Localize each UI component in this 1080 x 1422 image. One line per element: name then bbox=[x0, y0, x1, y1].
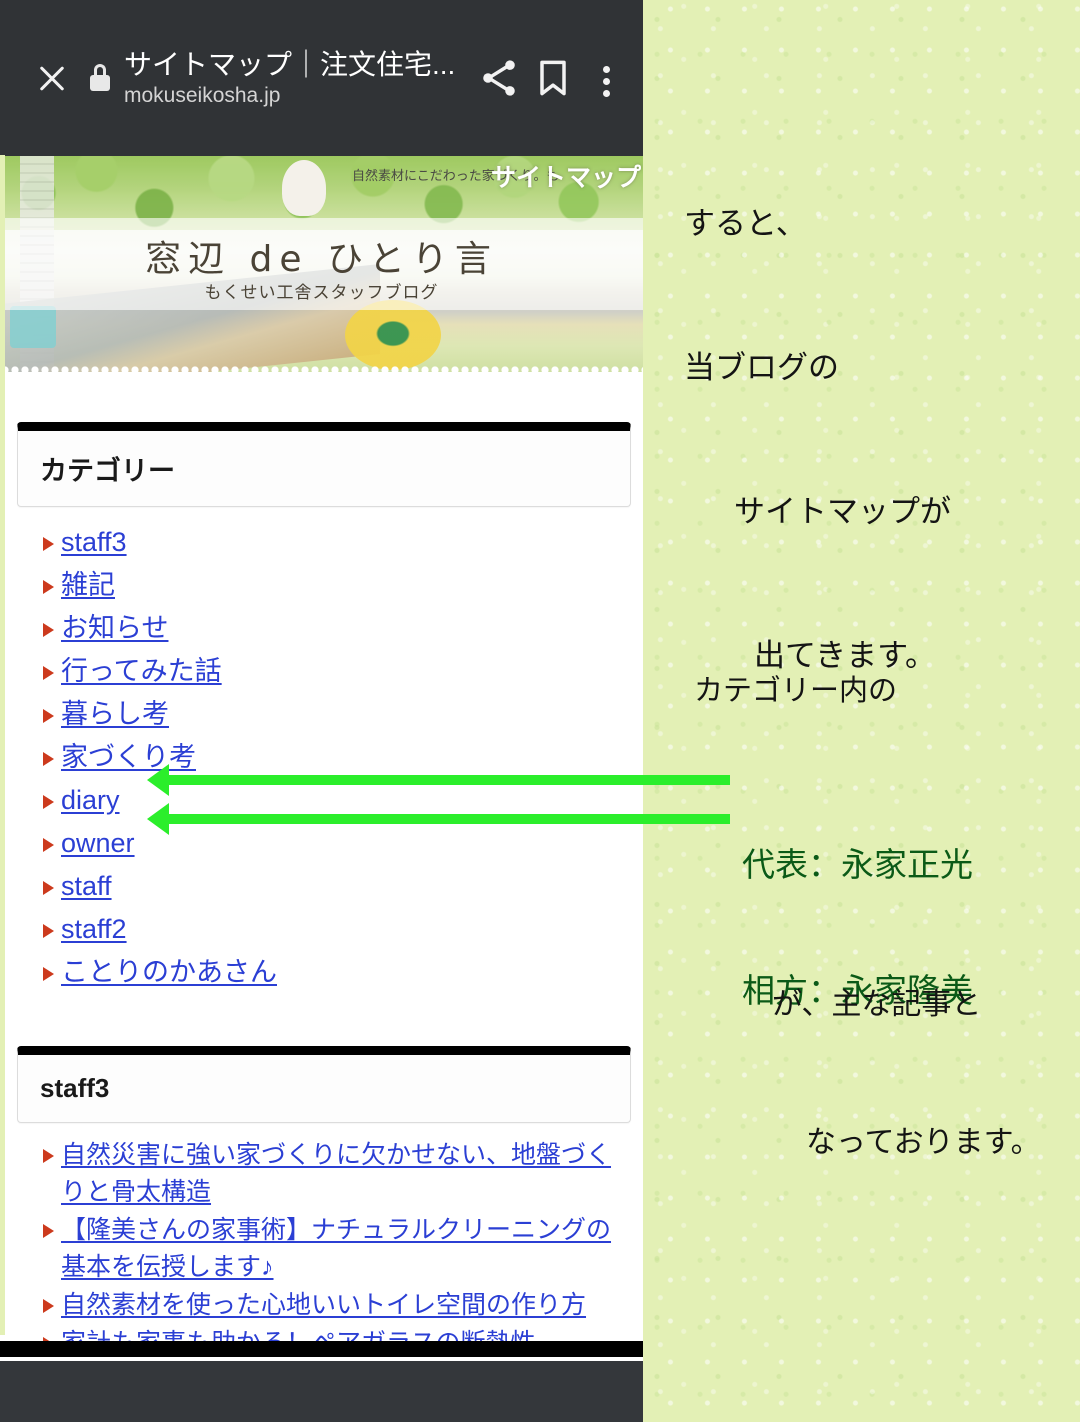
staff3-section-header: staff3 bbox=[17, 1046, 631, 1123]
triangle-bullet-icon bbox=[43, 537, 54, 551]
banner-figure bbox=[282, 160, 326, 216]
annotation-line: が、主な記事と bbox=[772, 987, 982, 1022]
arrow-to-owner bbox=[147, 764, 730, 796]
banner-title: 窓辺 de ひとり言 bbox=[145, 239, 498, 280]
arrow-to-staff bbox=[147, 803, 730, 835]
banner-dotted-edge bbox=[0, 361, 643, 372]
triangle-bullet-icon bbox=[43, 580, 54, 594]
page-bottom-bar bbox=[0, 1341, 643, 1357]
staff3-section: staff3 自然災害に強い家づくりに欠かせない、地盤づくりと骨太構造 【隆美さ… bbox=[17, 996, 631, 1422]
annotation-bottom-note: が、主な記事と なっております。 bbox=[772, 890, 1041, 1212]
category-link-owner[interactable]: owner bbox=[61, 828, 135, 858]
annotation-line: すると、 bbox=[684, 206, 807, 242]
triangle-bullet-icon bbox=[43, 623, 54, 637]
list-item[interactable]: 家づくり考 bbox=[35, 738, 623, 776]
list-item[interactable]: 【隆美さんの家事術】ナチュラルクリーニングの基本を伝授します♪ bbox=[35, 1212, 623, 1286]
article-link[interactable]: 【隆美さんの家事術】ナチュラルクリーニングの基本を伝授します♪ bbox=[61, 1216, 611, 1281]
category-link[interactable]: diary bbox=[61, 785, 120, 815]
left-edge-strip bbox=[0, 155, 5, 1335]
share-icon[interactable] bbox=[477, 56, 521, 100]
triangle-bullet-icon bbox=[43, 1224, 54, 1238]
list-item[interactable]: 自然素材を使った心地いいトイレ空間の作り方 bbox=[35, 1287, 623, 1324]
close-icon[interactable] bbox=[30, 56, 74, 100]
article-link[interactable]: 自然素材を使った心地いいトイレ空間の作り方 bbox=[61, 1291, 586, 1319]
browser-toolbar: サイトマップ｜注文住宅... mokuseikosha.jp bbox=[0, 0, 643, 156]
triangle-bullet-icon bbox=[43, 838, 54, 852]
list-item[interactable]: 雑記 bbox=[35, 566, 623, 604]
triangle-bullet-icon bbox=[43, 709, 54, 723]
system-navigation-bar bbox=[0, 1361, 643, 1422]
annotation-line: なっております。 bbox=[806, 1125, 1041, 1160]
category-section: カテゴリー staff3 雑記 お知らせ 行ってみた話 暮らし考 家づくり考 d… bbox=[17, 372, 631, 991]
staff3-heading: staff3 bbox=[40, 1073, 110, 1103]
list-item[interactable]: お知らせ bbox=[35, 609, 623, 647]
article-link[interactable]: 自然災害に強い家づくりに欠かせない、地盤づくりと骨太構造 bbox=[61, 1141, 611, 1206]
bookmark-icon[interactable] bbox=[531, 56, 575, 100]
category-link[interactable]: 暮らし考 bbox=[61, 699, 169, 729]
triangle-bullet-icon bbox=[43, 795, 54, 809]
page-title: サイトマップ｜注文住宅... bbox=[124, 49, 456, 80]
annotation-line: サイトマップが bbox=[734, 494, 951, 530]
annotation-top-note: すると、 当ブログの サイトマップが 出てきます。 bbox=[684, 104, 951, 728]
list-item-owner[interactable]: owner bbox=[35, 824, 623, 862]
overflow-menu-icon[interactable] bbox=[589, 56, 623, 100]
banner-sitemap-label: サイトマップ bbox=[490, 164, 641, 192]
annotation-line: 当ブログの bbox=[684, 350, 839, 386]
banner-subtitle: もくせい工舎スタッフブログ bbox=[204, 283, 439, 302]
category-link[interactable]: staff2 bbox=[61, 914, 127, 944]
category-heading: カテゴリー bbox=[40, 456, 175, 486]
list-item[interactable]: ことりのかあさん bbox=[35, 953, 623, 991]
triangle-bullet-icon bbox=[43, 967, 54, 981]
annotation-name-owner: 代表：永家正光 bbox=[742, 845, 973, 884]
banner-object bbox=[10, 306, 56, 348]
phone-screenshot: サイトマップ｜注文住宅... mokuseikosha.jp 自然素材にこだわっ… bbox=[0, 0, 643, 1422]
banner-sunflower bbox=[345, 300, 441, 370]
list-item[interactable]: staff3 bbox=[35, 523, 623, 561]
category-link[interactable]: 行ってみた話 bbox=[61, 656, 222, 686]
site-banner: 自然素材にこだわった家づくり。も サイトマップ 窓辺 de ひとり言 もくせい工… bbox=[0, 156, 643, 372]
triangle-bullet-icon bbox=[43, 924, 54, 938]
category-link[interactable]: 雑記 bbox=[61, 570, 115, 600]
triangle-bullet-icon bbox=[43, 752, 54, 766]
annotation-category-note: カテゴリー内の bbox=[694, 673, 898, 707]
lock-icon bbox=[88, 63, 112, 93]
page-url: mokuseikosha.jp bbox=[124, 84, 281, 107]
category-link[interactable]: staff3 bbox=[61, 527, 127, 557]
category-section-header: カテゴリー bbox=[17, 422, 631, 507]
list-item[interactable]: 自然災害に強い家づくりに欠かせない、地盤づくりと骨太構造 bbox=[35, 1137, 623, 1211]
category-link-list: staff3 雑記 お知らせ 行ってみた話 暮らし考 家づくり考 diary o… bbox=[17, 523, 631, 991]
address-bar[interactable]: サイトマップ｜注文住宅... mokuseikosha.jp bbox=[124, 46, 467, 110]
list-item[interactable]: 行ってみた話 bbox=[35, 652, 623, 690]
triangle-bullet-icon bbox=[43, 1149, 54, 1163]
category-link[interactable]: ことりのかあさん bbox=[61, 957, 277, 987]
category-link[interactable]: お知らせ bbox=[61, 613, 168, 643]
triangle-bullet-icon bbox=[43, 666, 54, 680]
category-link-staff[interactable]: staff bbox=[61, 871, 112, 901]
triangle-bullet-icon bbox=[43, 1299, 54, 1313]
page-content: カテゴリー staff3 雑記 お知らせ 行ってみた話 暮らし考 家づくり考 d… bbox=[5, 372, 643, 1422]
triangle-bullet-icon bbox=[43, 881, 54, 895]
list-item[interactable]: 暮らし考 bbox=[35, 695, 623, 733]
list-item-staff[interactable]: staff bbox=[35, 867, 623, 905]
list-item[interactable]: staff2 bbox=[35, 910, 623, 948]
category-link[interactable]: 家づくり考 bbox=[61, 742, 196, 772]
